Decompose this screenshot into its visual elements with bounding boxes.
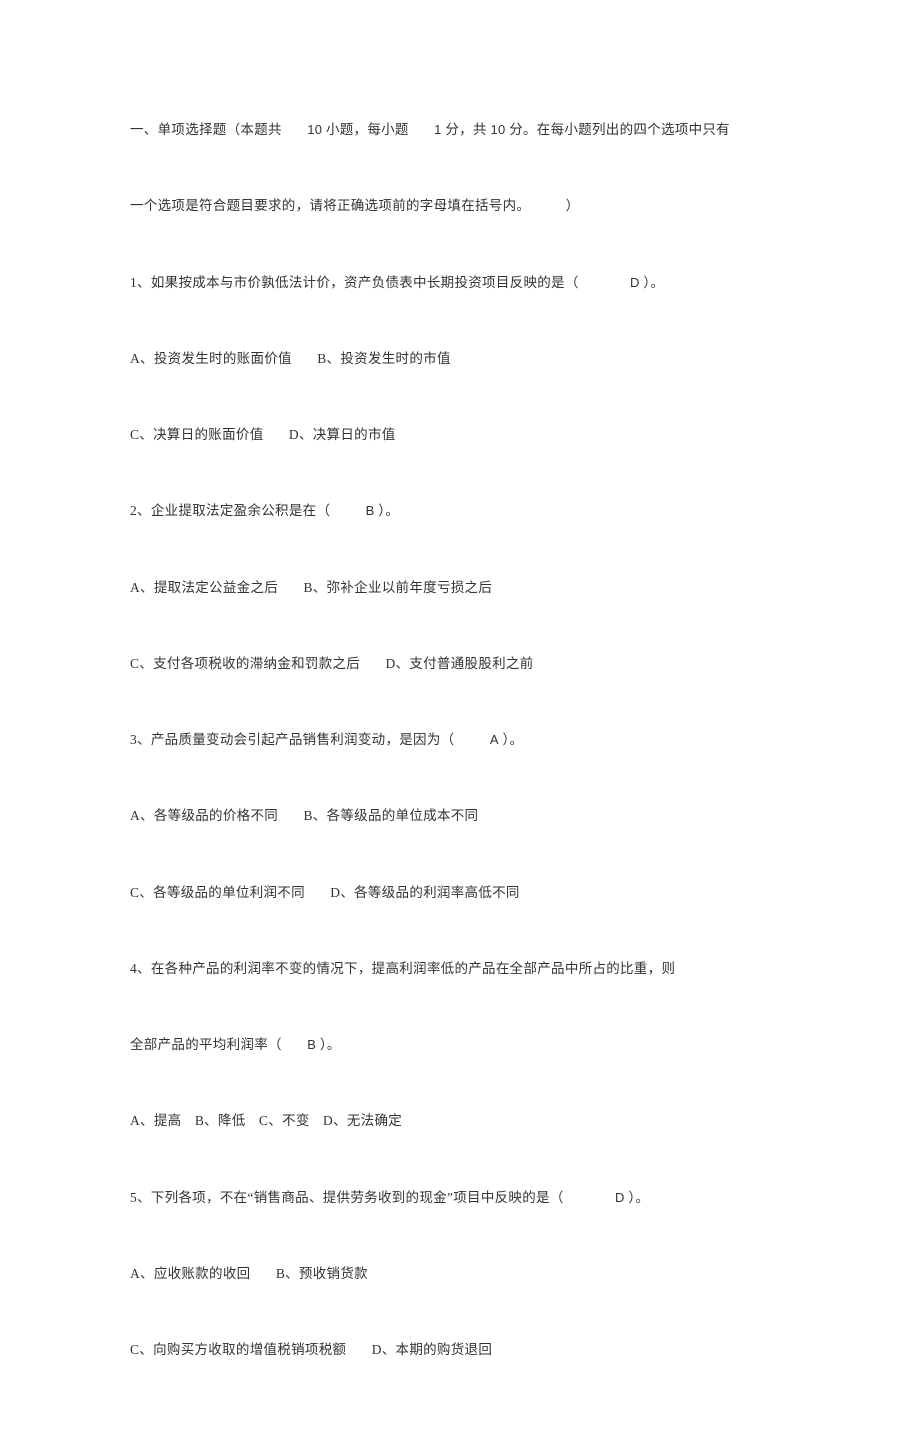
answer-letter: D xyxy=(630,275,640,290)
option-d: D、本期的购货退回 xyxy=(372,1342,492,1357)
option-a: A、提高 xyxy=(130,1113,181,1128)
answer-letter: B xyxy=(307,1037,316,1052)
header-text: 一个选项是符合题目要求的，请将正确选项前的字母填在括号内。 xyxy=(130,198,530,213)
option-b: B、投资发生时的市值 xyxy=(317,351,451,366)
option-d: D、各等级品的利润率高低不同 xyxy=(330,885,519,900)
option-c: C、支付各项税收的滞纳金和罚款之后 xyxy=(130,656,360,671)
points-each: 1 xyxy=(434,122,442,137)
header-text: 一、单项选择题（本题共 xyxy=(130,122,282,137)
option-c: C、各等级品的单位利润不同 xyxy=(130,885,305,900)
closing-paren: ） xyxy=(566,198,580,213)
section-header-line1: 一、单项选择题（本题共 10 小题，每小题 1 分，共 10 分。在每小题列出的… xyxy=(130,120,790,140)
answer-letter: B xyxy=(366,503,375,518)
question-text: ）。 xyxy=(503,732,524,747)
answer-letter: A xyxy=(490,732,499,747)
option-d: D、决算日的市值 xyxy=(289,427,396,442)
question-text: 5、下列各项，不在“销售商品、提供劳务收到的现金”项目中反映的是（ xyxy=(130,1190,564,1205)
question-text: 4、在各种产品的利润率不变的情况下，提高利润率低的产品在全部产品中所占的比重，则 xyxy=(130,961,675,976)
question-text: ）。 xyxy=(643,275,664,290)
option-a: A、提取法定公益金之后 xyxy=(130,580,278,595)
option-d: D、无法确定 xyxy=(323,1113,402,1128)
q3-stem: 3、产品质量变动会引起产品销售利润变动，是因为（ A ）。 xyxy=(130,730,790,750)
q1-stem: 1、如果按成本与市价孰低法计价，资产负债表中长期投资项目反映的是（ D ）。 xyxy=(130,273,790,293)
q2-options-row1: A、提取法定公益金之后 B、弥补企业以前年度亏损之后 xyxy=(130,578,790,598)
q3-options-row1: A、各等级品的价格不同 B、各等级品的单位成本不同 xyxy=(130,806,790,826)
q5-options-row2: C、向购买方收取的增值税销项税额 D、本期的购货退回 xyxy=(130,1340,790,1360)
q4-options-row: A、提高 B、降低 C、不变 D、无法确定 xyxy=(130,1111,790,1131)
q5-options-row1: A、应收账款的收回 B、预收销货款 xyxy=(130,1264,790,1284)
q1-options-row1: A、投资发生时的账面价值 B、投资发生时的市值 xyxy=(130,349,790,369)
option-c: C、向购买方收取的增值税销项税额 xyxy=(130,1342,346,1357)
option-c: C、决算日的账面价值 xyxy=(130,427,264,442)
option-b: B、降低 xyxy=(195,1113,246,1128)
option-a: A、应收账款的收回 xyxy=(130,1266,250,1281)
option-b: B、预收销货款 xyxy=(276,1266,368,1281)
question-text: ）。 xyxy=(628,1190,649,1205)
question-text: ）。 xyxy=(378,503,399,518)
header-text: 分，共 xyxy=(445,122,486,137)
q3-options-row2: C、各等级品的单位利润不同 D、各等级品的利润率高低不同 xyxy=(130,883,790,903)
q4-stem-line1: 4、在各种产品的利润率不变的情况下，提高利润率低的产品在全部产品中所占的比重，则 xyxy=(130,959,790,979)
question-text: 2、企业提取法定盈余公积是在（ xyxy=(130,503,330,518)
option-c: C、不变 xyxy=(259,1113,310,1128)
q2-stem: 2、企业提取法定盈余公积是在（ B ）。 xyxy=(130,501,790,521)
header-text: 小题，每小题 xyxy=(326,122,409,137)
question-text: 全部产品的平均利润率（ xyxy=(130,1037,282,1052)
q5-stem: 5、下列各项，不在“销售商品、提供劳务收到的现金”项目中反映的是（ D ）。 xyxy=(130,1188,790,1208)
section-header-line2: 一个选项是符合题目要求的，请将正确选项前的字母填在括号内。 ） xyxy=(130,196,790,216)
question-count: 10 xyxy=(307,122,322,137)
q2-options-row2: C、支付各项税收的滞纳金和罚款之后 D、支付普通股股利之前 xyxy=(130,654,790,674)
option-b: B、各等级品的单位成本不同 xyxy=(303,808,478,823)
option-d: D、支付普通股股利之前 xyxy=(385,656,533,671)
document-page: 一、单项选择题（本题共 10 小题，每小题 1 分，共 10 分。在每小题列出的… xyxy=(0,0,920,1440)
option-a: A、各等级品的价格不同 xyxy=(130,808,278,823)
q4-stem-line2: 全部产品的平均利润率（ B ）。 xyxy=(130,1035,790,1055)
question-text: 1、如果按成本与市价孰低法计价，资产负债表中长期投资项目反映的是（ xyxy=(130,275,579,290)
total-points: 10 xyxy=(490,122,505,137)
header-text: 分。在每小题列出的四个选项中只有 xyxy=(509,122,730,137)
option-b: B、弥补企业以前年度亏损之后 xyxy=(303,580,492,595)
option-a: A、投资发生时的账面价值 xyxy=(130,351,292,366)
q1-options-row2: C、决算日的账面价值 D、决算日的市值 xyxy=(130,425,790,445)
answer-letter: D xyxy=(615,1190,625,1205)
question-text: 3、产品质量变动会引起产品销售利润变动，是因为（ xyxy=(130,732,454,747)
question-text: ）。 xyxy=(320,1037,341,1052)
